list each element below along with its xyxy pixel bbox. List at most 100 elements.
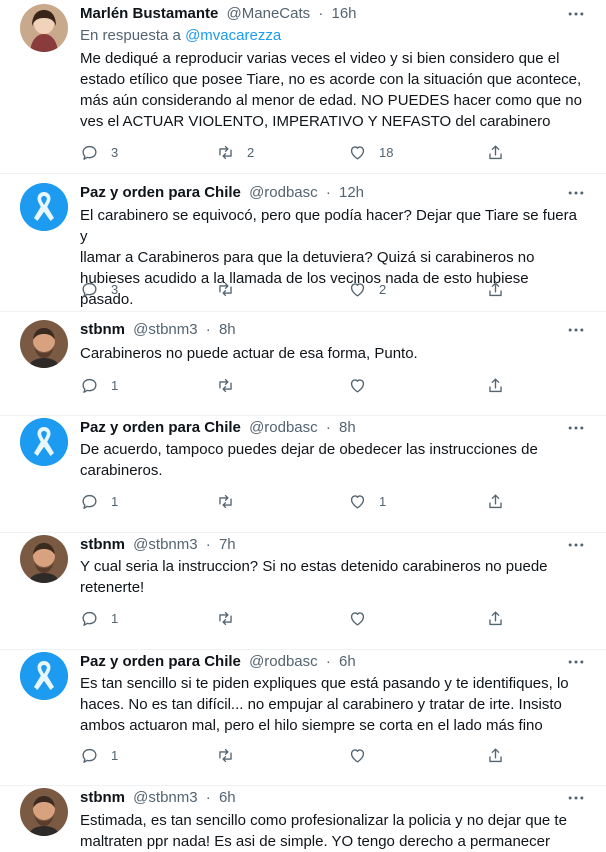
display-name[interactable]: Paz y orden para Chile — [80, 184, 241, 201]
separator-dot: · — [205, 321, 211, 338]
display-name[interactable]: Paz y orden para Chile — [80, 653, 241, 670]
reply-button[interactable]: 1 — [80, 489, 118, 513]
tweet[interactable]: stbnm @stbnm3 · 7h Y cual seria la instr… — [0, 533, 606, 650]
retweet-button[interactable] — [216, 743, 247, 767]
like-icon — [350, 611, 365, 626]
reply-count: 1 — [111, 610, 119, 626]
avatar[interactable] — [20, 788, 68, 836]
profile-photo — [20, 535, 68, 583]
tweet-header: stbnm @stbnm3 · 6h — [80, 788, 236, 808]
share-button[interactable] — [486, 140, 505, 164]
reply-button[interactable]: 3 — [80, 277, 118, 301]
user-handle[interactable]: @rodbasc — [249, 184, 318, 201]
tweet[interactable]: Marlén Bustamante @ManeCats · 16h Me ded… — [0, 0, 606, 174]
reply-count: 1 — [111, 377, 119, 393]
like-button[interactable]: 2 — [348, 277, 386, 301]
action-bar: 1 — [80, 373, 510, 397]
retweet-icon — [219, 494, 232, 508]
tweet[interactable]: Paz y orden para Chile @rodbasc · 12h El… — [0, 174, 606, 312]
display-name[interactable]: stbnm — [80, 536, 125, 553]
more-icon[interactable] — [566, 418, 586, 438]
like-button[interactable] — [348, 606, 379, 630]
more-icon[interactable] — [566, 788, 586, 808]
ribbon-logo-icon — [20, 652, 68, 700]
like-button[interactable]: 18 — [348, 140, 393, 164]
retweet-button[interactable] — [216, 373, 247, 397]
like-button[interactable]: 1 — [348, 489, 386, 513]
reply-button[interactable]: 1 — [80, 743, 118, 767]
timestamp[interactable]: 8h — [339, 419, 356, 436]
share-icon — [489, 493, 502, 508]
timestamp[interactable]: 16h — [331, 5, 356, 22]
user-handle[interactable]: @stbnm3 — [133, 536, 197, 553]
tweet-header: Paz y orden para Chile @rodbasc · 8h — [80, 418, 356, 438]
profile-photo — [20, 788, 68, 836]
tweet-header: Paz y orden para Chile @rodbasc · 6h — [80, 652, 356, 672]
avatar[interactable] — [20, 320, 68, 368]
timestamp[interactable]: 6h — [339, 653, 356, 670]
more-icon[interactable] — [566, 652, 586, 672]
user-handle[interactable]: @stbnm3 — [133, 321, 197, 338]
timestamp[interactable]: 8h — [219, 321, 236, 338]
tweet-text: Me dediqué a reproducir varias veces el … — [80, 50, 582, 130]
action-bar: 1 — [80, 606, 510, 630]
avatar[interactable] — [20, 652, 68, 700]
reply-button[interactable]: 3 — [80, 140, 118, 164]
tweet[interactable]: stbnm @stbnm3 · 6h Estimada, es tan senc… — [0, 786, 606, 851]
retweet-button[interactable]: 2 — [216, 140, 254, 164]
display-name[interactable]: Paz y orden para Chile — [80, 419, 241, 436]
reply-button[interactable]: 1 — [80, 373, 118, 397]
avatar[interactable] — [20, 183, 68, 231]
avatar[interactable] — [20, 4, 68, 52]
avatar[interactable] — [20, 418, 68, 466]
action-bar: 1 — [80, 743, 510, 767]
more-icon[interactable] — [566, 320, 586, 340]
like-count: 2 — [379, 281, 387, 297]
tweet[interactable]: Paz y orden para Chile @rodbasc · 8h De … — [0, 416, 606, 533]
replying-to-handle-link[interactable]: @mvacarezza — [185, 27, 281, 44]
retweet-icon — [219, 282, 232, 296]
timestamp[interactable]: 7h — [219, 536, 236, 553]
display-name[interactable]: Marlén Bustamante — [80, 5, 218, 22]
separator-dot: · — [205, 789, 211, 806]
like-count: 18 — [379, 144, 394, 160]
ribbon-logo-icon — [20, 183, 68, 231]
display-name[interactable]: stbnm — [80, 321, 125, 338]
more-icon[interactable] — [566, 4, 586, 24]
separator-dot: · — [318, 5, 324, 22]
reply-icon — [82, 282, 97, 297]
tweet[interactable]: Paz y orden para Chile @rodbasc · 6h Es … — [0, 650, 606, 786]
user-handle[interactable]: @rodbasc — [249, 419, 318, 436]
retweet-icon — [219, 145, 232, 159]
reply-count: 3 — [111, 281, 119, 297]
share-icon — [489, 144, 502, 159]
share-button[interactable] — [486, 743, 505, 767]
tweet-text: Estimada, es tan sencillo como profesion… — [80, 812, 567, 850]
user-handle[interactable]: @ManeCats — [227, 5, 311, 22]
share-icon — [489, 281, 502, 296]
like-button[interactable] — [348, 373, 379, 397]
like-icon — [350, 145, 365, 160]
user-handle[interactable]: @rodbasc — [249, 653, 318, 670]
retweet-button[interactable] — [216, 277, 247, 301]
display-name[interactable]: stbnm — [80, 789, 125, 806]
reply-button[interactable]: 1 — [80, 606, 118, 630]
separator-dot: · — [325, 419, 331, 436]
avatar[interactable] — [20, 535, 68, 583]
like-button[interactable] — [348, 743, 379, 767]
share-button[interactable] — [486, 606, 505, 630]
user-handle[interactable]: @stbnm3 — [133, 789, 197, 806]
tweet[interactable]: stbnm @stbnm3 · 8h Carabineros no puede … — [0, 312, 606, 416]
replying-to-label: En respuesta a — [80, 27, 186, 44]
share-button[interactable] — [486, 373, 505, 397]
more-icon[interactable] — [566, 183, 586, 203]
timestamp[interactable]: 6h — [219, 789, 236, 806]
more-icon[interactable] — [566, 535, 586, 555]
retweet-button[interactable] — [216, 606, 247, 630]
timestamp[interactable]: 12h — [339, 184, 364, 201]
share-button[interactable] — [486, 277, 505, 301]
share-button[interactable] — [486, 489, 505, 513]
action-bar: 3 2 — [80, 277, 510, 301]
retweet-button[interactable] — [216, 489, 247, 513]
separator-dot: · — [325, 184, 331, 201]
